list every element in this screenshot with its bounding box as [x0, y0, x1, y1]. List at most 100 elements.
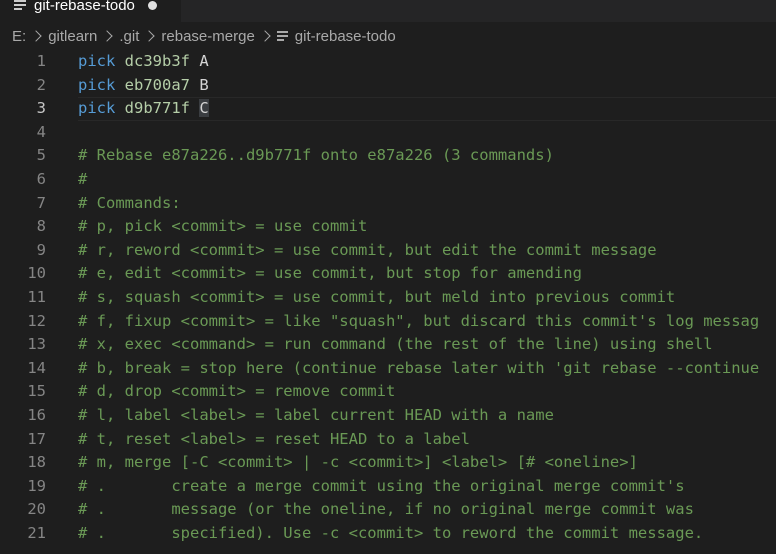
breadcrumb-item-file[interactable]: git-rebase-todo — [295, 28, 396, 45]
code-editor[interactable]: 1 pick dc39b3f A 2 pick eb700a7 B 3 pick d9b7… — [0, 50, 776, 554]
editor-line[interactable]: 14 # b, break = stop here (continue rebas… — [0, 357, 776, 381]
comment-text: # . message (or the oneline, if no origi… — [78, 500, 694, 519]
editor-line[interactable]: 2 pick eb700a7 B — [0, 74, 776, 98]
comment-text: # Commands: — [78, 193, 181, 212]
breadcrumb: E: gitlearn .git rebase-merge git-rebase… — [0, 22, 776, 50]
comment-text: # . create a merge commit using the orig… — [78, 476, 685, 495]
line-number: 17 — [27, 429, 46, 448]
editor-line[interactable]: 4 — [0, 121, 776, 145]
comment-text: # l, label <label> = label current HEAD … — [78, 406, 554, 424]
line-code: # m, merge [-C <commit> | -c <commit>] <… — [78, 451, 638, 475]
line-number: 10 — [27, 264, 46, 283]
editor-line[interactable]: 13 # x, exec <command> = run command (the… — [0, 333, 776, 357]
tab-git-rebase-todo[interactable]: git-rebase-todo — [0, 0, 181, 22]
editor-line[interactable]: 8 # p, pick <commit> = use commit — [0, 215, 776, 239]
line-code: # r, reword <commit> = use commit, but e… — [78, 239, 657, 263]
line-number: 6 — [36, 170, 46, 188]
editor-line[interactable]: 6 # — [0, 168, 776, 192]
line-code: # Rebase e87a226..d9b771f onto e87a226 (… — [78, 144, 554, 168]
chevron-right-icon — [30, 30, 42, 42]
line-code: # . specified). Use -c <commit> to rewor… — [78, 522, 703, 546]
commit-message: B — [199, 75, 209, 94]
comment-text: # b, break = stop here (continue rebase … — [78, 358, 760, 377]
editor-line[interactable]: 1 pick dc39b3f A — [0, 50, 776, 74]
line-number: 11 — [27, 288, 46, 306]
line-code: # s, squash <commit> = use commit, but m… — [78, 286, 675, 310]
chevron-right-icon — [259, 30, 271, 42]
line-number: 19 — [27, 476, 46, 495]
breadcrumb-item-drive[interactable]: E: — [12, 28, 26, 45]
chevron-right-icon — [101, 30, 114, 42]
editor-line[interactable]: 9 # r, reword <commit> = use commit, but … — [0, 239, 776, 263]
line-number: 8 — [36, 217, 46, 236]
line-code: # b, break = stop here (continue rebase … — [78, 357, 759, 381]
comment-text: # . specified). Use -c <commit> to rewor… — [78, 524, 704, 542]
comment-text: # r, reword <commit> = use commit, but e… — [78, 240, 657, 259]
comment-text: # m, merge [-C <commit> | -c <commit>] <… — [78, 453, 638, 472]
editor-line[interactable]: 12 # f, fixup <commit> = like "squash", b… — [0, 310, 776, 334]
editor-line[interactable]: 3 pick d9b771f C — [0, 97, 776, 121]
breadcrumb-item-gitlearn[interactable]: gitlearn — [48, 28, 97, 45]
commit-message: C — [199, 99, 209, 118]
editor-line[interactable]: 7 # Commands: — [0, 192, 776, 216]
line-number: 9 — [36, 240, 46, 259]
line-number: 2 — [36, 75, 46, 94]
line-number: 18 — [27, 453, 46, 472]
commit-hash: d9b771f — [124, 99, 190, 118]
comment-text: # x, exec <command> = run command (the r… — [78, 335, 713, 354]
comment-text: # s, squash <commit> = use commit, but m… — [78, 288, 676, 306]
line-code: # e, edit <commit> = use commit, but sto… — [78, 262, 582, 286]
editor-line[interactable]: 20 # . message (or the oneline, if no ori… — [0, 498, 776, 522]
editor-line[interactable]: 5 # Rebase e87a226..d9b771f onto e87a226 … — [0, 144, 776, 168]
line-code: # . message (or the oneline, if no origi… — [78, 498, 694, 522]
line-number: 16 — [27, 406, 46, 424]
comment-text: # d, drop <commit> = remove commit — [78, 382, 396, 401]
lines-icon — [276, 31, 288, 41]
breadcrumb-item-rebase-merge[interactable]: rebase-merge — [161, 28, 254, 45]
tab-bar: git-rebase-todo — [0, 0, 776, 22]
line-code: # — [78, 168, 87, 192]
editor-line[interactable]: 16 # l, label <label> = label current HEA… — [0, 404, 776, 428]
line-number: 21 — [27, 524, 46, 542]
editor-line[interactable]: 19 # . create a merge commit using the or… — [0, 475, 776, 499]
line-number: 7 — [36, 193, 46, 212]
line-code: pick eb700a7 B — [78, 74, 209, 98]
rebase-command: pick — [78, 52, 116, 70]
line-code: # p, pick <commit> = use commit — [78, 215, 367, 239]
editor-line[interactable]: 15 # d, drop <commit> = remove commit — [0, 380, 776, 404]
commit-message: A — [199, 52, 209, 70]
line-code: # Commands: — [78, 192, 181, 216]
line-code: # . create a merge commit using the orig… — [78, 475, 685, 499]
line-code: pick dc39b3f A — [78, 50, 209, 74]
comment-text: # Rebase e87a226..d9b771f onto e87a226 (… — [78, 146, 554, 165]
editor-line[interactable]: 17 # t, reset <label> = reset HEAD to a l… — [0, 428, 776, 452]
line-number: 15 — [27, 382, 46, 401]
comment-text: # p, pick <commit> = use commit — [78, 217, 368, 236]
line-code: # d, drop <commit> = remove commit — [78, 380, 395, 404]
chevron-right-icon — [143, 30, 156, 42]
line-number: 4 — [36, 122, 46, 141]
line-number: 12 — [27, 311, 46, 330]
line-code: pick d9b771f C — [78, 97, 209, 121]
editor-line[interactable]: 10 # e, edit <commit> = use commit, but s… — [0, 262, 776, 286]
commit-hash: dc39b3f — [124, 52, 190, 70]
line-code: # l, label <label> = label current HEAD … — [78, 404, 554, 428]
editor-line[interactable]: 21 # . specified). Use -c <commit> to rew… — [0, 522, 776, 546]
comment-text: # e, edit <commit> = use commit, but sto… — [78, 264, 582, 283]
line-number: 14 — [27, 358, 46, 377]
tab-label: git-rebase-todo — [34, 0, 135, 14]
comment-text: # — [78, 170, 88, 188]
line-code: # x, exec <command> = run command (the r… — [78, 333, 713, 357]
line-number: 20 — [27, 500, 46, 519]
rebase-command: pick — [78, 99, 116, 118]
breadcrumb-item-git[interactable]: .git — [119, 28, 139, 45]
line-number: 5 — [36, 146, 46, 165]
editor-line[interactable]: 11 # s, squash <commit> = use commit, but… — [0, 286, 776, 310]
rebase-command: pick — [78, 75, 116, 94]
comment-text: # t, reset <label> = reset HEAD to a lab… — [78, 429, 470, 448]
unsaved-dot-icon[interactable] — [147, 0, 157, 10]
line-number: 13 — [27, 335, 46, 354]
line-code: # t, reset <label> = reset HEAD to a lab… — [78, 428, 470, 452]
comment-text: # f, fixup <commit> = like "squash", but… — [78, 311, 760, 330]
editor-line[interactable]: 18 # m, merge [-C <commit> | -c <commit>]… — [0, 451, 776, 475]
